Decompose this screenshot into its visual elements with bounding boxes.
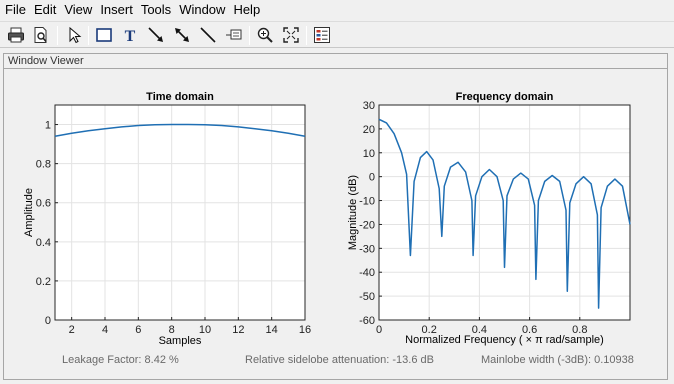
time-y-tick-label: 1 — [45, 120, 51, 132]
time-x-tick-label: 2 — [69, 324, 75, 336]
freq-chart-title: Frequency domain — [456, 91, 554, 103]
time-y-tick-label: 0.8 — [36, 159, 51, 171]
time-y-tick-label: 0.2 — [36, 276, 51, 288]
time-y-axis-label: Amplitude — [23, 188, 35, 237]
time-y-tick-label: 0 — [45, 315, 51, 327]
freq-y-axis-label: Magnitude (dB) — [347, 175, 359, 250]
time-x-tick-label: 14 — [266, 324, 278, 336]
time-chart-title: Time domain — [146, 91, 214, 103]
time-x-tick-label: 4 — [102, 324, 108, 336]
freq-y-tick-label: 10 — [363, 148, 375, 160]
freq-y-tick-label: -10 — [359, 196, 375, 208]
time-x-tick-label: 6 — [135, 324, 141, 336]
freq-x-tick-label: 0 — [376, 324, 382, 336]
time-plot-background — [55, 105, 305, 320]
time-x-tick-label: 12 — [232, 324, 244, 336]
time-x-tick-label: 16 — [299, 324, 311, 336]
freq-y-tick-label: 0 — [369, 172, 375, 184]
plots-canvas: 2 4 6 8 10 12 14 1600.20.40.60.81Time domainSam… — [23, 91, 631, 347]
freq-y-tick-label: 20 — [363, 124, 375, 136]
sidelobe-attenuation-text: Relative sidelobe attenuation: -13.6 dB — [245, 354, 434, 366]
freq-y-tick-label: -30 — [359, 243, 375, 255]
leakage-factor-text: Leakage Factor: 8.42 % — [62, 354, 179, 366]
mainlobe-width-text: Mainlobe width (-3dB): 0.10938 — [481, 354, 634, 366]
time-y-tick-label: 0.6 — [36, 198, 51, 210]
time-x-axis-label: Samples — [159, 335, 202, 347]
freq-y-tick-label: -20 — [359, 219, 375, 231]
freq-x-axis-label: Normalized Frequency ( × π rad/sample) — [405, 334, 604, 346]
time-y-tick-label: 0.4 — [36, 237, 51, 249]
freq-y-tick-label: -40 — [359, 267, 375, 279]
freq-y-tick-label: -50 — [359, 291, 375, 303]
freq-plot-background — [379, 105, 630, 320]
time-axes: 2 4 6 8 10 12 14 1600.20.40.60.81Time domainSam… — [23, 91, 311, 347]
freq-y-tick-label: 30 — [363, 100, 375, 112]
freq-y-tick-label: -60 — [359, 315, 375, 327]
freq-axes: 0 0.2 0.4 0.6 0.8-60-50-40-30-20-100102030Fr… — [347, 91, 631, 346]
